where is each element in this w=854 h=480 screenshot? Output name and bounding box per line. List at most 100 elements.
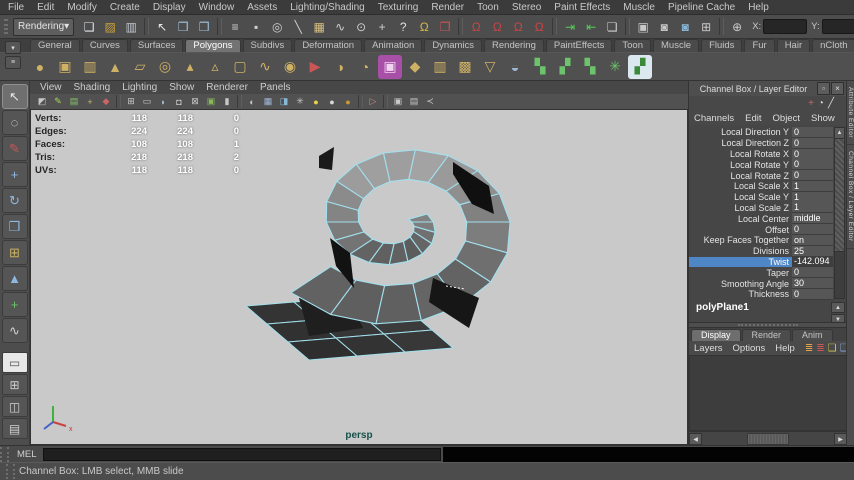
scroll-left-icon[interactable]: ◀ (689, 433, 702, 445)
separator[interactable] (719, 18, 724, 35)
soft-modification-tool[interactable]: ▲ (2, 266, 28, 291)
shelf-tab[interactable]: nCloth (812, 39, 854, 52)
channel-attribute-value[interactable]: 25 (792, 246, 833, 257)
menu-item[interactable]: Render (431, 2, 464, 13)
command-line-input[interactable] (43, 448, 441, 461)
menu-item[interactable]: File (8, 2, 24, 13)
key-icon[interactable]: ◆ (98, 95, 114, 108)
channel-attribute-value[interactable]: on (792, 235, 833, 246)
menu-item[interactable]: Toon (477, 2, 499, 13)
shelf-toggle-button[interactable]: ≡ (5, 56, 21, 69)
show-manipulator-tool[interactable]: + (2, 292, 28, 317)
single-pane-layout[interactable]: ▭ (2, 352, 28, 373)
new-layer-icon[interactable]: ≣ (805, 343, 813, 354)
snap-curve-icon[interactable]: ∿ (330, 17, 350, 37)
channel-row[interactable]: Keep Faces Together on (689, 235, 833, 246)
select-all-mask-icon[interactable]: ≡ (225, 17, 245, 37)
snap-magnet-icon-2[interactable]: Ω (487, 17, 507, 37)
side-tab[interactable]: Channel Box / Layer Editor (847, 145, 854, 249)
shelf-tab[interactable]: Deformation (294, 39, 362, 52)
shelf-tab[interactable]: Polygons (185, 39, 240, 52)
coordinate-input[interactable] (763, 19, 807, 34)
poly-smooth-cube-icon[interactable]: ◔ (353, 55, 377, 79)
scene-book-icon[interactable]: ▤ (66, 95, 82, 108)
side-tab[interactable]: Attribute Editor (847, 81, 854, 145)
menu-set-selector[interactable]: Rendering ▾ (13, 18, 74, 36)
channel-attribute-value[interactable]: 0 (792, 127, 833, 138)
shelf-tab[interactable]: Subdivs (243, 39, 293, 52)
poly-smooth-sphere-icon[interactable]: ◑ (328, 55, 352, 79)
shelf-tab[interactable]: Animation (364, 39, 422, 52)
command-line-output[interactable] (443, 447, 854, 462)
persp-outliner-layout[interactable]: ◫ (2, 396, 28, 417)
poly-prism-icon[interactable]: ▴ (178, 55, 202, 79)
use-all-lights-icon[interactable]: ✳ (292, 95, 308, 108)
channel-row[interactable]: Thickness 0 (689, 289, 833, 300)
poly-helix-icon[interactable]: ∿ (253, 55, 277, 79)
file-new-icon[interactable]: ❏ (79, 17, 99, 37)
poly-cube-icon[interactable]: ▣ (53, 55, 77, 79)
lasso-tool[interactable]: ◌ (2, 110, 28, 135)
universal-manipulator-tool[interactable]: ⊞ (2, 240, 28, 265)
shelf-tab[interactable]: Toon (614, 39, 651, 52)
layer-editor-menu-item[interactable]: Layers (694, 343, 723, 354)
last-tool[interactable]: ∿ (2, 318, 28, 343)
input-connections-icon[interactable]: ⇥ (560, 17, 580, 37)
paint-selection-tool[interactable]: ✎ (2, 136, 28, 161)
shelf-tab[interactable]: PaintEffects (546, 39, 613, 52)
new-layer-selected-icon[interactable]: ≣ (816, 343, 824, 354)
channel-box-menu-item[interactable]: Object (773, 113, 800, 124)
channel-attribute-value[interactable]: 30 (792, 278, 833, 289)
layer-editor-menu-item[interactable]: Options (733, 343, 766, 354)
channel-row[interactable]: Taper 0 (689, 267, 833, 278)
channel-attribute-value[interactable]: 0 (792, 289, 833, 300)
separator[interactable] (144, 18, 149, 35)
menu-item[interactable]: Display (153, 2, 186, 13)
grease-pencil-icon[interactable]: ✎ (50, 95, 66, 108)
exposure-icon[interactable]: ▮ (219, 95, 235, 108)
channel-row[interactable]: Local Center middle (689, 213, 833, 224)
paint-reduce-icon[interactable]: ▚ (578, 55, 602, 79)
command-line-label[interactable]: MEL (17, 449, 37, 460)
cleanup-icon[interactable]: ✳ (603, 55, 627, 79)
menu-item[interactable]: Modify (67, 2, 96, 13)
channel-attribute-value[interactable]: 0 (792, 149, 833, 160)
viewport-menu-item[interactable]: Shading (74, 82, 111, 93)
quick-selection-field-icon[interactable]: ⊕ (727, 17, 747, 37)
two-d-pan-zoom-icon[interactable]: ◘ (171, 95, 187, 108)
channel-attribute-value[interactable]: 1 (792, 181, 833, 192)
snap-magnet-icon-3[interactable]: Ω (508, 17, 528, 37)
manip-pencil-icon[interactable]: ╱ (828, 98, 834, 109)
snap-view-plane-icon[interactable]: ? (393, 17, 413, 37)
poly-cone-icon[interactable]: ▲ (103, 55, 127, 79)
separator[interactable] (552, 18, 557, 35)
separator[interactable] (237, 95, 242, 108)
menu-item[interactable]: Window (199, 2, 235, 13)
coordinate-input[interactable] (822, 19, 854, 34)
channel-box-menu-item[interactable]: Channels (694, 113, 734, 124)
menu-item[interactable]: Create (110, 2, 140, 13)
poly-uv-cube-icon[interactable]: ▣ (378, 55, 402, 79)
shelf-tab[interactable]: Fur (744, 39, 774, 52)
x-ray-icon[interactable]: ⊠ (187, 95, 203, 108)
channel-row[interactable]: Smoothing Angle 30 (689, 278, 833, 289)
layer-list[interactable] (689, 355, 847, 431)
channel-attribute-value[interactable]: -142.094 (792, 256, 833, 267)
new-render-layer-icon[interactable]: ❏ (828, 343, 837, 354)
channel-attribute-value[interactable]: 0 (792, 267, 833, 278)
shelf-menu-button[interactable]: ▾ (5, 41, 21, 54)
scrollbar-track[interactable] (702, 433, 834, 445)
node-name[interactable]: polyPlane1 (696, 302, 749, 313)
menu-item[interactable]: Pipeline Cache (668, 2, 735, 13)
channel-row[interactable]: Divisions 25 (689, 246, 833, 257)
channel-list-scrollbar[interactable]: ▲ (834, 127, 845, 299)
render-view-icon[interactable]: ▣ (633, 17, 653, 37)
isolate-select-icon[interactable]: ▷ (365, 95, 381, 108)
channel-attribute-value[interactable]: 0 (792, 170, 833, 181)
poly-pipe-icon[interactable]: ▢ (228, 55, 252, 79)
layer-editor-tab[interactable]: Render (742, 329, 792, 341)
multi-cut-icon[interactable]: ≺ (422, 95, 438, 108)
default-light-icon[interactable]: ● (308, 95, 324, 108)
measure-icon[interactable]: + (82, 95, 98, 108)
smooth-icon[interactable]: ▚ (528, 55, 552, 79)
